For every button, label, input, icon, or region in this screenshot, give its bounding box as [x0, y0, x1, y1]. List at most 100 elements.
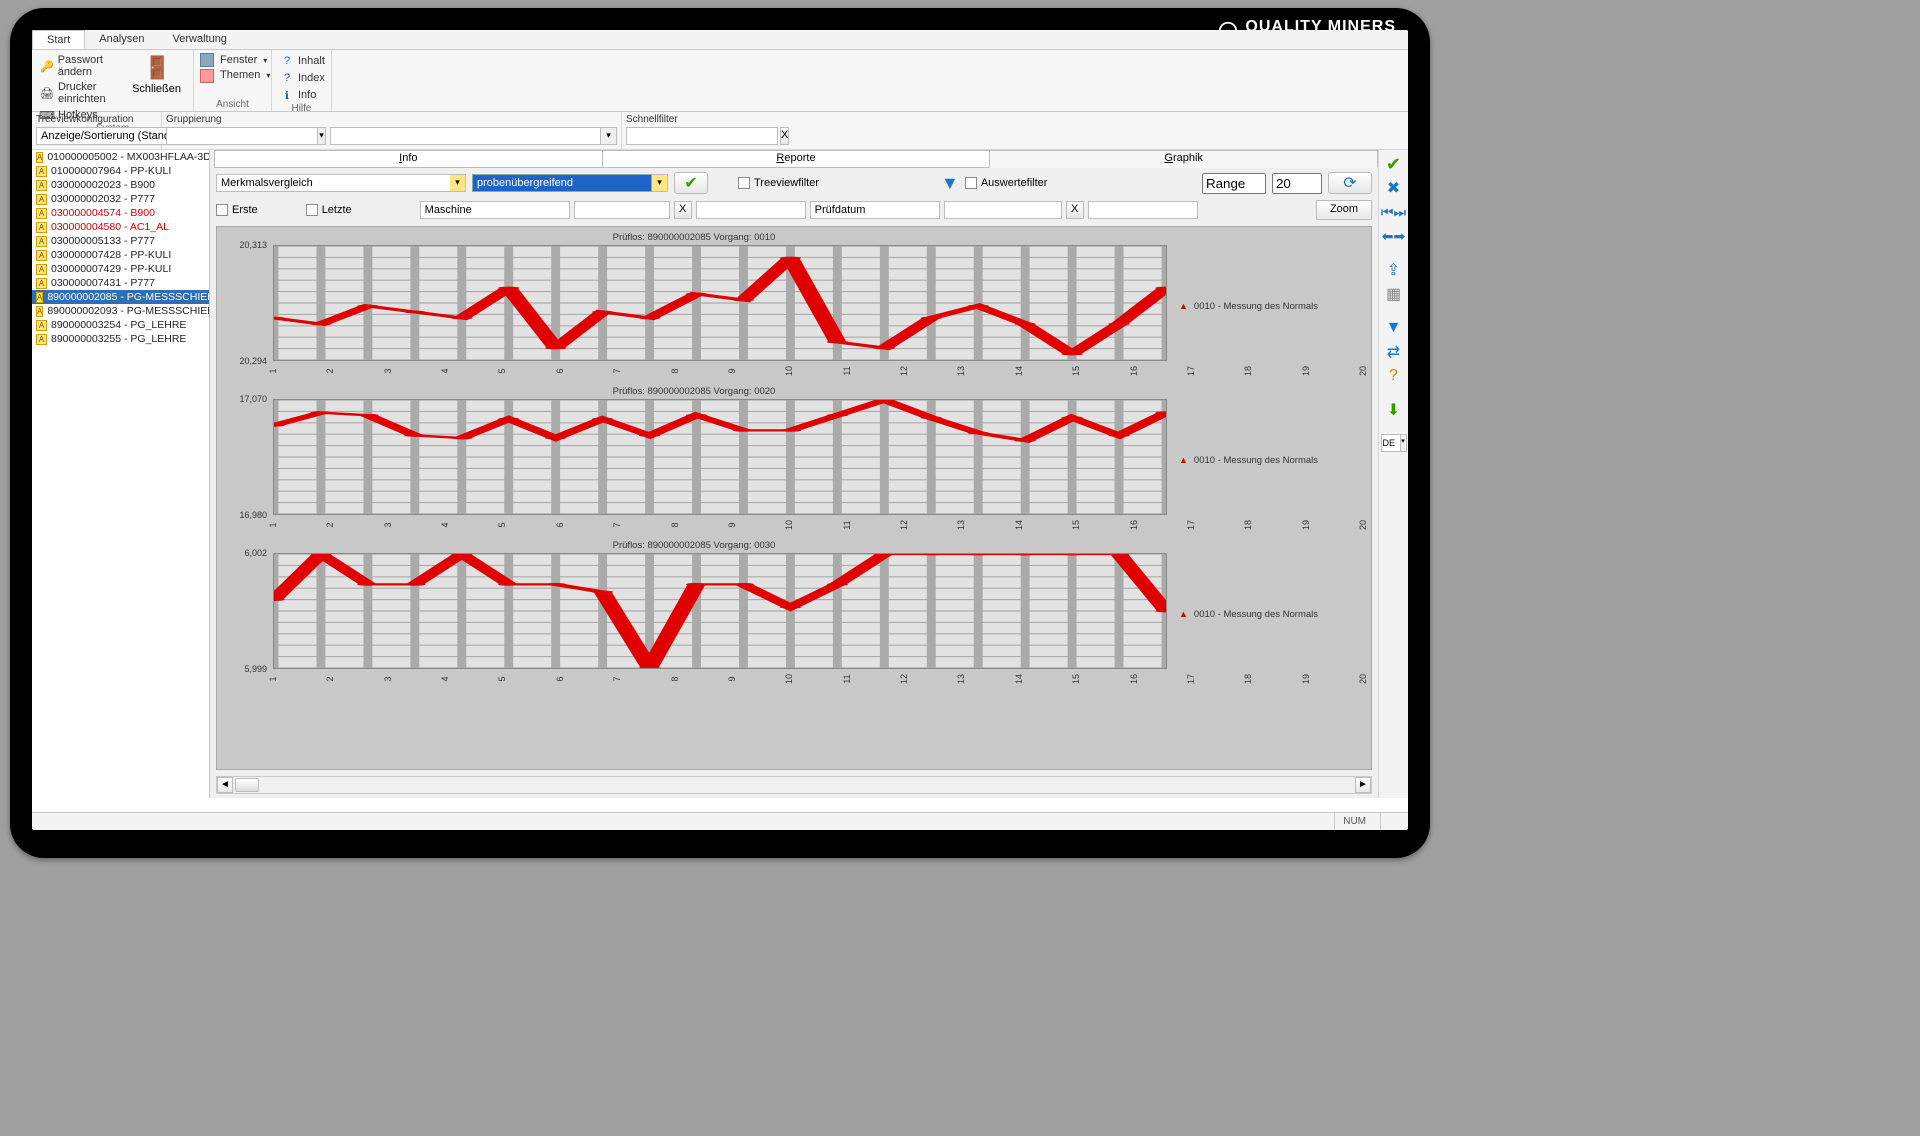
tree-view[interactable]: A010000005002 - MX003HFLAA-3DA0100000079… — [32, 150, 210, 798]
btn-pruefdatum-clear[interactable]: X — [1066, 201, 1084, 219]
dd-grupp-2-btn[interactable]: ▾ — [601, 127, 617, 145]
tree-item[interactable]: A030000007429 - PP-KULI — [32, 262, 209, 276]
scroll-right-btn[interactable]: ► — [1355, 777, 1371, 793]
btn-zoom[interactable]: Zoom — [1316, 200, 1372, 220]
btn-ok[interactable]: ✔ — [1382, 154, 1406, 174]
btn-inhalt[interactable]: ?Inhalt — [278, 53, 327, 69]
chart-title: Prüflos: 890000002085 Vorgang: 0010 — [221, 232, 1167, 243]
viewtab-reporte[interactable]: Reporte — [602, 150, 991, 168]
tree-item[interactable]: A030000002032 - P777 — [32, 192, 209, 206]
input-maschine-val2[interactable] — [696, 201, 806, 219]
folder-a-icon: A — [36, 334, 47, 345]
folder-a-icon: A — [36, 278, 47, 289]
config-bar: Treeviewkonfiguration ▾ Gruppierung ▾ ▾ … — [32, 112, 1408, 150]
tab-verwaltung[interactable]: Verwaltung — [159, 30, 241, 49]
status-num: NUM — [1334, 813, 1374, 830]
tree-item[interactable]: A030000007431 - P777 — [32, 276, 209, 290]
tab-analysen[interactable]: Analysen — [85, 30, 158, 49]
tab-start[interactable]: Start — [32, 30, 85, 49]
chart-legend: ▲0010 - Messung des Normals — [1171, 539, 1367, 689]
printer-icon: 🖨 — [40, 86, 54, 100]
scroll-left-btn[interactable]: ◄ — [217, 777, 233, 793]
tree-item[interactable]: A030000002023 - B900 — [32, 178, 209, 192]
lbl-gruppierung: Gruppierung — [166, 114, 617, 125]
btn-compare[interactable]: ⇄ — [1382, 342, 1406, 362]
btn-maschine-clear[interactable]: X — [674, 201, 692, 219]
folder-a-icon: A — [36, 152, 43, 163]
dd-language-btn[interactable]: ▾ — [1401, 434, 1407, 452]
folder-a-icon: A — [36, 264, 47, 275]
btn-refresh[interactable]: ⟳ — [1328, 172, 1372, 194]
chk-auswertefilter[interactable]: Auswertefilter — [965, 177, 1048, 189]
btn-apply[interactable]: ✔ — [674, 172, 708, 194]
tree-item[interactable]: A890000002085 - PG-MESSSCHIEBER — [32, 290, 209, 304]
dd-language[interactable] — [1381, 434, 1401, 452]
input-maschine-label[interactable] — [420, 201, 570, 219]
tree-item[interactable]: A030000007428 - PP-KULI — [32, 248, 209, 262]
horizontal-scrollbar[interactable]: ◄ ► — [216, 776, 1372, 794]
input-range-label[interactable] — [1202, 173, 1266, 194]
chk-erste[interactable]: Erste — [216, 204, 258, 216]
windows-icon — [200, 53, 214, 67]
status-bar: NUM — [32, 812, 1408, 830]
group-ansicht-title: Ansicht — [200, 99, 265, 110]
btn-schliessen[interactable]: 🚪 Schließen — [126, 53, 187, 97]
btn-drucker-einrichten[interactable]: 🖨Drucker einrichten — [38, 80, 122, 106]
dd-merkmal-btn[interactable]: ▾ — [450, 174, 466, 192]
btn-schnellfilter-clear[interactable]: X — [780, 127, 789, 145]
folder-a-icon: A — [36, 208, 47, 219]
btn-prev-next[interactable]: ⬅➡ — [1382, 226, 1406, 246]
scroll-thumb[interactable] — [235, 778, 259, 792]
skip-icon: ⏮⏭ — [1381, 204, 1406, 221]
input-pruefdatum-val2[interactable] — [1088, 201, 1198, 219]
viewtab-info[interactable]: IInfonfo — [214, 150, 603, 168]
tree-item[interactable]: A890000003254 - PG_LEHRE — [32, 318, 209, 332]
btn-info[interactable]: ℹInfo — [278, 87, 327, 103]
tree-item[interactable]: A030000004574 - B900 — [32, 206, 209, 220]
tree-item[interactable]: A010000005002 - MX003HFLAA-3D — [32, 150, 209, 164]
btn-fenster[interactable]: Fenster▾ — [218, 53, 272, 67]
btn-index[interactable]: ?Index — [278, 70, 327, 86]
input-schnellfilter[interactable] — [626, 127, 778, 145]
input-range-value[interactable] — [1272, 173, 1322, 194]
chk-treeviewfilter[interactable]: Treeviewfilter — [738, 177, 819, 189]
input-pruefdatum-label[interactable] — [810, 201, 940, 219]
dd-grupp-2[interactable] — [330, 127, 601, 145]
chart-legend: ▲0010 - Messung des Normals — [1171, 385, 1367, 535]
tree-item[interactable]: A890000003255 - PG_LEHRE — [32, 332, 209, 346]
viewtab-graphik[interactable]: Graphik — [989, 150, 1378, 168]
dd-proben[interactable] — [472, 174, 652, 192]
folder-a-icon: A — [36, 292, 43, 303]
dd-grupp-1-btn[interactable]: ▾ — [318, 127, 326, 145]
chk-letzte[interactable]: Letzte — [306, 204, 352, 216]
info-icon: ℹ — [280, 88, 294, 102]
input-maschine-val[interactable] — [574, 201, 670, 219]
btn-cancel[interactable]: ✖ — [1382, 178, 1406, 198]
refresh-icon: ⟳ — [1343, 173, 1356, 193]
btn-export[interactable]: ⇪ — [1382, 260, 1406, 280]
tree-item[interactable]: A890000002093 - PG-MESSSCHIEBER — [32, 304, 209, 318]
help-icon: ? — [280, 54, 294, 68]
key-icon: 🔑 — [40, 59, 54, 73]
input-pruefdatum-val[interactable] — [944, 201, 1062, 219]
check-icon: ✔ — [1386, 154, 1401, 175]
tree-item[interactable]: A010000007964 - PP-KULI — [32, 164, 209, 178]
dd-proben-btn[interactable]: ▾ — [652, 174, 668, 192]
theme-icon — [200, 69, 214, 83]
btn-help[interactable]: ? — [1382, 366, 1406, 386]
btn-passwort-aendern[interactable]: 🔑Passwort ändern — [38, 53, 122, 79]
chart-legend: ▲0010 - Messung des Normals — [1171, 231, 1367, 381]
layout-icon: ▦ — [1386, 284, 1401, 304]
btn-download[interactable]: ⬇ — [1382, 400, 1406, 420]
dd-grupp-1[interactable] — [166, 127, 318, 145]
btn-layout[interactable]: ▦ — [1382, 284, 1406, 304]
btn-themen[interactable]: Themen▾ — [218, 68, 272, 82]
btn-first-last[interactable]: ⏮⏭ — [1382, 202, 1406, 222]
tree-item[interactable]: A030000005133 - P777 — [32, 234, 209, 248]
help-icon: ? — [280, 71, 294, 85]
dd-merkmal[interactable] — [216, 174, 450, 192]
tree-item[interactable]: A030000004580 - AC1_AL — [32, 220, 209, 234]
btn-filter[interactable]: ▼ — [1382, 318, 1406, 338]
funnel-icon[interactable]: ▼ — [941, 173, 959, 194]
chart-title: Prüflos: 890000002085 Vorgang: 0020 — [221, 386, 1167, 397]
